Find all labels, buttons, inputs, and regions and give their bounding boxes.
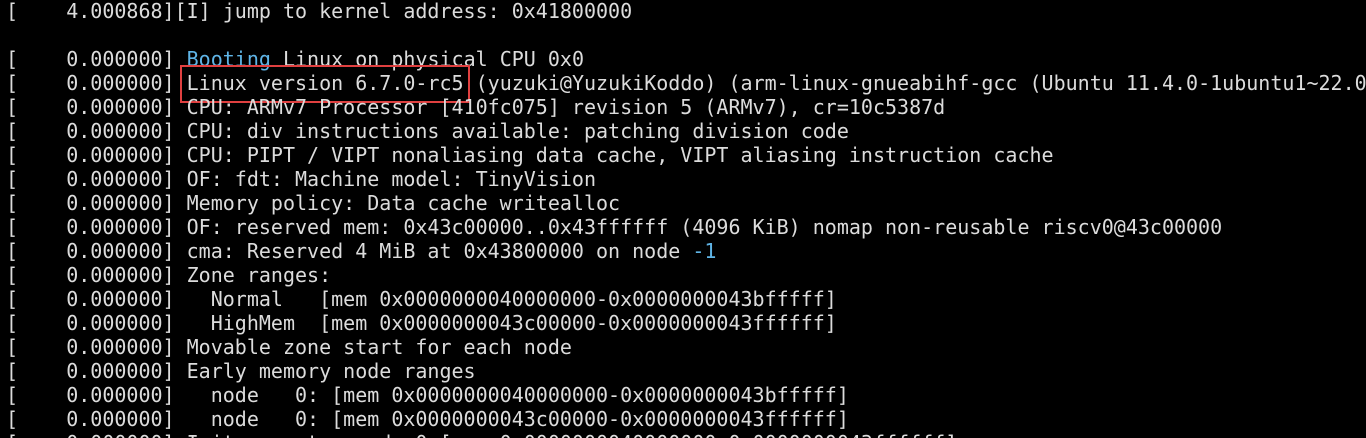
terminal-line: [ 0.000000] CPU: ARMv7 Processor [410fc0…	[6, 95, 1366, 119]
terminal-text: [ 0.000000] node 0: [mem 0x0000000043c00…	[6, 407, 849, 431]
terminal-line: [ 0.000000] OF: reserved mem: 0x43c00000…	[6, 215, 1366, 239]
terminal-text: [ 0.000000] Early memory node ranges	[6, 359, 476, 383]
terminal-text: [ 0.000000] Movable zone start for each …	[6, 335, 572, 359]
terminal-text: [ 4.000868][I] jump to kernel address: 0…	[6, 0, 633, 23]
terminal-line: [ 0.000000] Memory policy: Data cache wr…	[6, 191, 1366, 215]
terminal-text: [ 0.000000] Normal [mem 0x00000000400000…	[6, 287, 837, 311]
terminal-text: [ 0.000000] Initmem setup node 0 [mem 0x…	[6, 431, 957, 438]
terminal-text: [ 0.000000] node 0: [mem 0x0000000040000…	[6, 383, 849, 407]
terminal-line: [ 0.000000] Zone ranges:	[6, 263, 1366, 287]
terminal-line: [ 0.000000] node 0: [mem 0x0000000040000…	[6, 383, 1366, 407]
terminal-text: [ 0.000000]	[6, 71, 187, 95]
terminal-line: [ 0.000000] cma: Reserved 4 MiB at 0x438…	[6, 239, 1366, 263]
terminal-line: [ 4.000868][I] jump to kernel address: 0…	[6, 0, 1366, 23]
terminal-line: [ 0.000000] OF: fdt: Machine model: Tiny…	[6, 167, 1366, 191]
terminal-text: [ 0.000000] CPU: PIPT / VIPT nonaliasing…	[6, 143, 1054, 167]
terminal-line: [ 0.000000] HighMem [mem 0x0000000043c00…	[6, 311, 1366, 335]
terminal-output: [ 4.000868][I] jump to kernel address: 0…	[6, 0, 1366, 438]
terminal-line: [ 0.000000] Initmem setup node 0 [mem 0x…	[6, 431, 1366, 438]
terminal-text: [ 0.000000] CPU: ARMv7 Processor [410fc0…	[6, 95, 946, 119]
terminal-line: [ 0.000000] CPU: div instructions availa…	[6, 119, 1366, 143]
terminal-text: -1	[692, 239, 717, 263]
highlighted-version-text: Linux version 6.7.0-rc5	[179, 65, 470, 103]
terminal-line: [ 0.000000] Movable zone start for each …	[6, 335, 1366, 359]
terminal-text: [ 0.000000] cma: Reserved 4 MiB at 0x438…	[6, 239, 693, 263]
terminal-line: [ 0.000000] Normal [mem 0x00000000400000…	[6, 287, 1366, 311]
terminal-text: Booting	[186, 47, 271, 71]
terminal-text: Linux on physical CPU 0x0	[270, 47, 584, 71]
terminal-line: [ 0.000000] CPU: PIPT / VIPT nonaliasing…	[6, 143, 1366, 167]
terminal-text: (yuzuki@YuzukiKoddo) (arm-linux-gnueabih…	[463, 71, 1366, 95]
terminal-window[interactable]: [ 4.000868][I] jump to kernel address: 0…	[0, 0, 1366, 438]
terminal-text: [ 0.000000] CPU: div instructions availa…	[6, 119, 849, 143]
terminal-text: [ 0.000000] OF: fdt: Machine model: Tiny…	[6, 167, 597, 191]
terminal-text: [ 0.000000]	[6, 47, 187, 71]
terminal-text: [ 0.000000] Zone ranges:	[6, 263, 332, 287]
terminal-text: [ 0.000000] HighMem [mem 0x0000000043c00…	[6, 311, 837, 335]
terminal-line: [ 0.000000] Booting Linux on physical CP…	[6, 47, 1366, 71]
terminal-line: [ 0.000000] Linux version 6.7.0-rc5 (yuz…	[6, 65, 1366, 103]
terminal-text: [ 0.000000] OF: reserved mem: 0x43c00000…	[6, 215, 1223, 239]
terminal-text: [ 0.000000] Memory policy: Data cache wr…	[6, 191, 621, 215]
terminal-line: [ 0.000000] node 0: [mem 0x0000000043c00…	[6, 407, 1366, 431]
terminal-line: [ 0.000000] Early memory node ranges	[6, 359, 1366, 383]
